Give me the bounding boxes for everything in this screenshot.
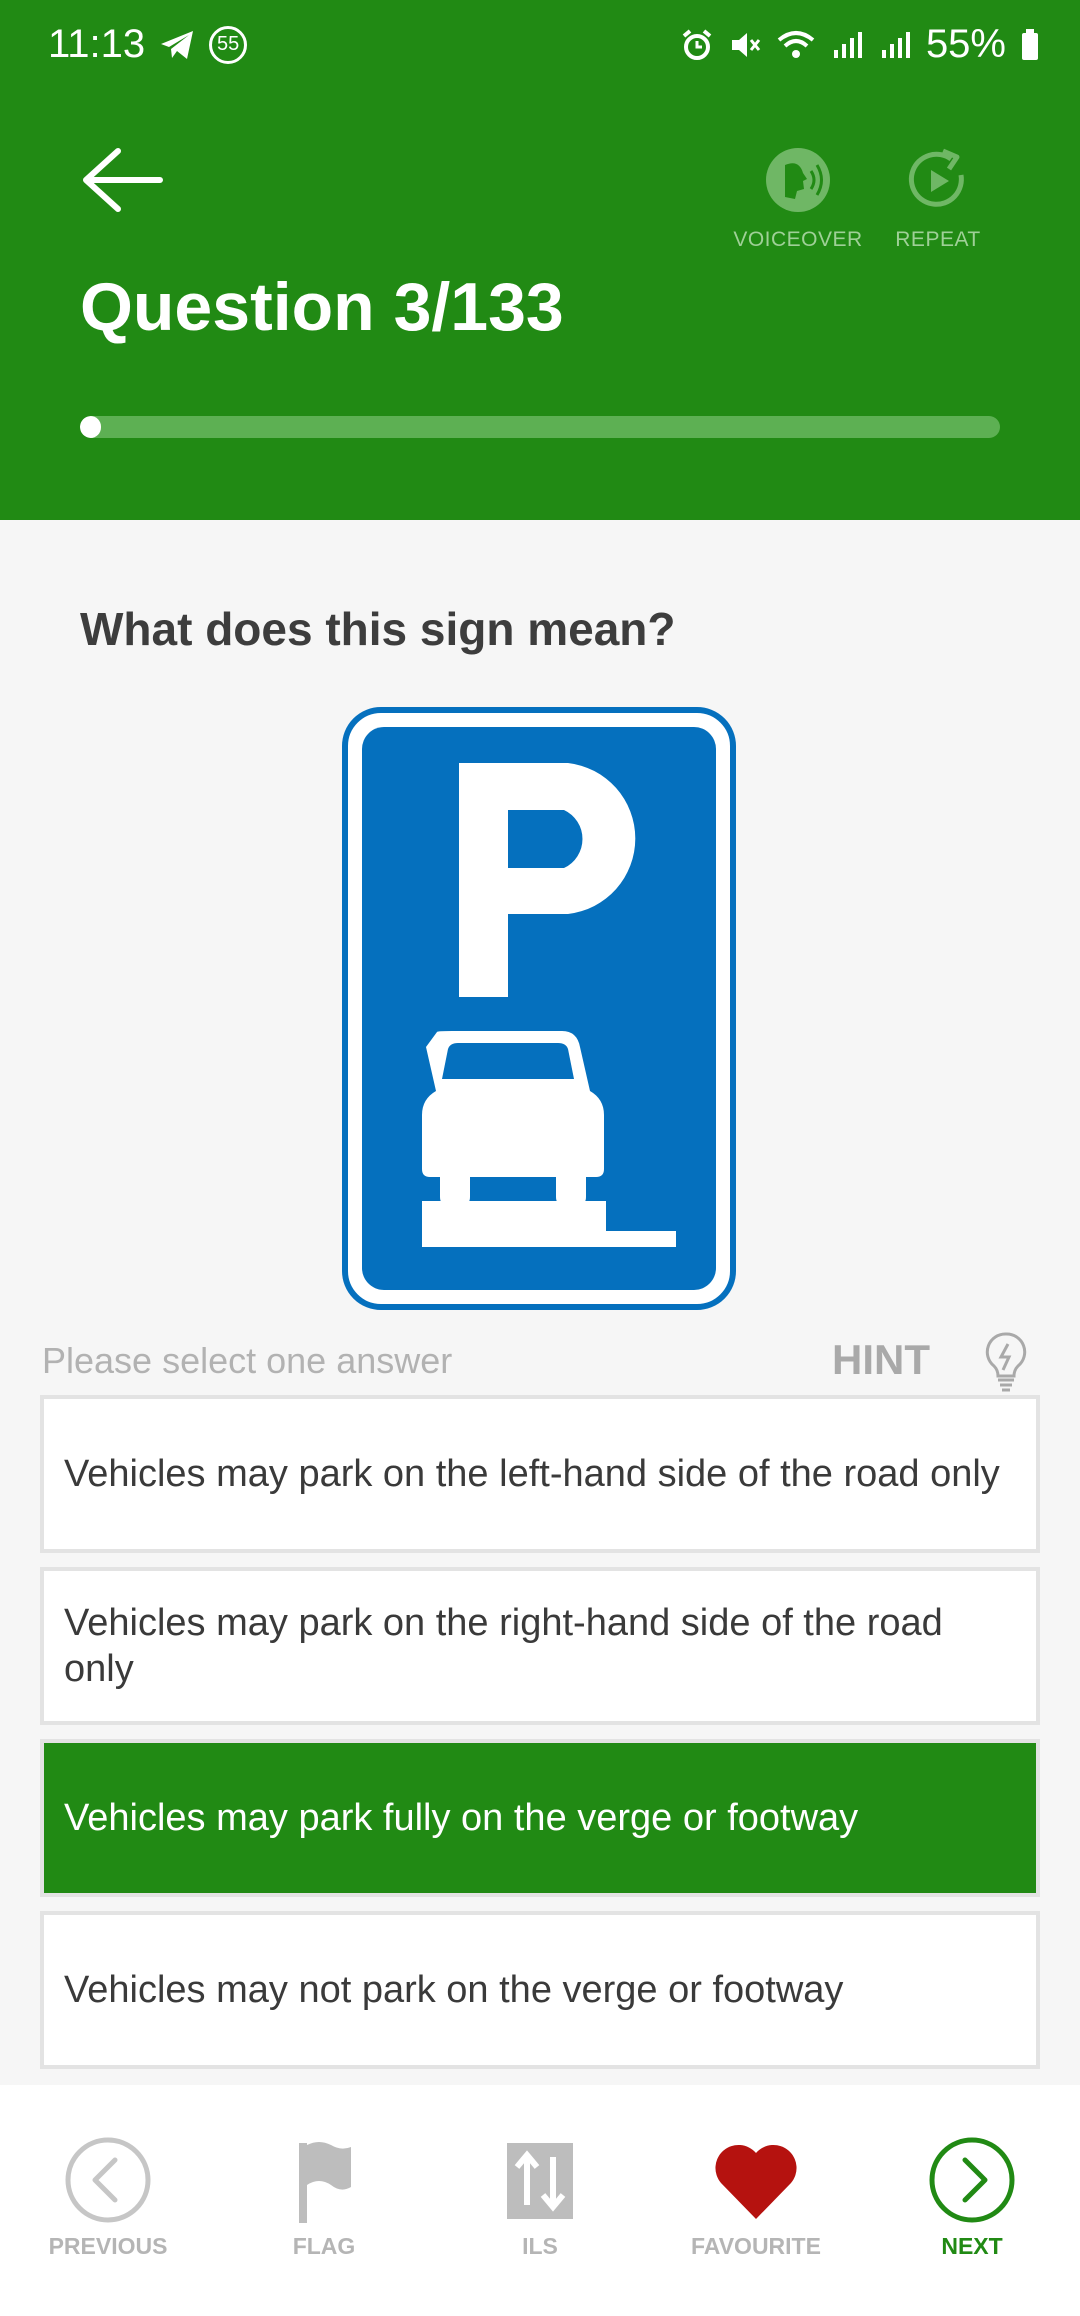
next-label: NEXT — [941, 2233, 1003, 2259]
back-arrow-icon[interactable] — [78, 145, 164, 215]
answer-option-2[interactable]: Vehicles may park on the right-hand side… — [40, 1567, 1040, 1725]
status-time: 11:13 — [48, 22, 146, 66]
status-bar: 11:13 55 55% — [0, 0, 1080, 96]
lightbulb-icon[interactable] — [982, 1330, 1030, 1392]
previous-button[interactable]: PREVIOUS — [23, 2135, 193, 2260]
answer-option-3-text: Vehicles may park fully on the verge or … — [64, 1797, 859, 1839]
chevron-right-circle-icon — [929, 2137, 1015, 2223]
signal-icon — [833, 31, 862, 58]
telegram-icon — [161, 30, 194, 59]
battery-percentage: 55% — [925, 22, 1006, 66]
signal-icon-2 — [881, 31, 910, 58]
ils-label: ILS — [522, 2233, 558, 2259]
heart-icon — [715, 2144, 797, 2219]
flag-icon — [299, 2142, 351, 2223]
progress-fill — [80, 416, 102, 438]
hint-button[interactable]: HINT — [832, 1336, 930, 1384]
mute-icon — [731, 32, 761, 57]
favourite-button[interactable]: FAVOURITE — [671, 2135, 841, 2260]
next-button[interactable]: NEXT — [887, 2135, 1057, 2260]
voiceover-icon — [766, 148, 830, 212]
voiceover-button[interactable]: VOICEOVER — [728, 145, 868, 252]
ils-button[interactable]: ILS — [455, 2135, 625, 2260]
answer-option-2-text: Vehicles may park on the right-hand side… — [64, 1602, 943, 1690]
bottom-navigation: PREVIOUS FLAG ILS FAVOURITE NEXT — [0, 2085, 1080, 2316]
battery-icon — [1022, 28, 1038, 60]
select-one-answer-prompt: Please select one answer — [42, 1340, 453, 1381]
answer-option-1[interactable]: Vehicles may park on the left-hand side … — [40, 1395, 1040, 1553]
notification-count-badge: 55 — [209, 25, 248, 64]
alarm-icon — [682, 28, 712, 60]
repeat-button[interactable]: REPEAT — [868, 145, 1008, 252]
previous-label: PREVIOUS — [48, 2233, 168, 2259]
progress-bar — [80, 416, 1000, 438]
flag-button[interactable]: FLAG — [239, 2135, 409, 2260]
wifi-icon — [777, 30, 815, 58]
parking-on-verge-sign-image — [342, 707, 736, 1310]
flag-label: FLAG — [292, 2233, 356, 2259]
answer-option-4-text: Vehicles may not park on the verge or fo… — [64, 1969, 844, 2011]
repeat-icon — [908, 148, 964, 207]
voiceover-label: VOICEOVER — [733, 228, 863, 251]
ils-sort-icon — [507, 2143, 573, 2219]
header-bar: 11:13 55 55% VOICEOVER REPEAT Question 3… — [0, 0, 1080, 520]
favourite-label: FAVOURITE — [691, 2233, 821, 2259]
question-text: What does this sign mean? — [80, 603, 676, 655]
question-counter-title: Question 3/133 — [80, 269, 564, 345]
answer-option-3[interactable]: Vehicles may park fully on the verge or … — [40, 1739, 1040, 1897]
answer-option-1-text: Vehicles may park on the left-hand side … — [64, 1453, 1000, 1495]
answer-option-4[interactable]: Vehicles may not park on the verge or fo… — [40, 1911, 1040, 2069]
chevron-left-circle-icon — [65, 2137, 151, 2223]
repeat-label: REPEAT — [895, 228, 981, 251]
